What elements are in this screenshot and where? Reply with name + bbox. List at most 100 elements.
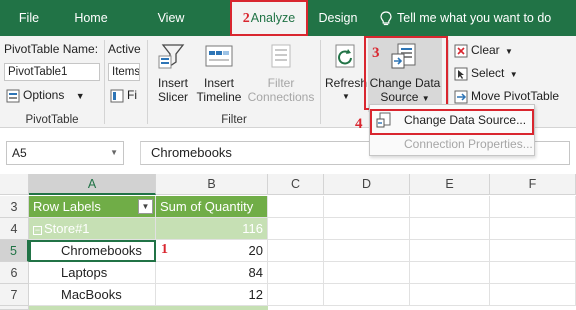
select-label: Select [471,66,505,80]
row-header-3[interactable]: 3 [0,196,29,218]
pivottable-name-input[interactable]: PivotTable1 [4,63,100,81]
cell-e6[interactable] [410,262,490,284]
cell-e5[interactable] [410,240,490,262]
options-icon [6,89,20,103]
pivottable-group-label: PivotTable [25,114,79,126]
ribbon-tab-bar: File Home View 2Analyze Design Tell me w… [0,0,576,36]
select-icon [454,67,468,81]
cell-b7[interactable]: 12 [156,284,268,306]
field-settings-label: Fi [127,88,137,102]
clear-icon [454,44,468,58]
column-header-e[interactable]: E [410,174,490,195]
select-button[interactable]: Select ▼ [454,65,518,83]
cell-d4[interactable] [324,218,410,240]
cell-e7[interactable] [410,284,490,306]
tab-file[interactable]: File [8,0,50,36]
active-field-input[interactable]: Items [108,63,140,81]
cell-c7[interactable] [268,284,324,306]
cell-c5[interactable] [268,240,324,262]
tell-me-search[interactable]: Tell me what you want to do [380,0,560,36]
select-all-corner[interactable] [0,174,29,195]
tab-home[interactable]: Home [64,0,118,36]
refresh-button[interactable]: Refresh ▼ [324,42,368,104]
row-header-4[interactable]: 4 [0,218,29,240]
cell-c6[interactable] [268,262,324,284]
cell-d6[interactable] [324,262,410,284]
tell-me-label: Tell me what you want to do [397,11,552,25]
active-field-label: Active [108,42,141,56]
cell-c4[interactable] [268,218,324,240]
cell-a6[interactable]: Laptops [29,262,156,284]
timeline-icon [205,45,233,67]
tab-analyze-label: Analyze [250,11,296,25]
highlight-change-data-source-item [370,109,534,135]
cell-e3[interactable] [410,196,490,218]
options-button[interactable]: Options ▼ [6,87,85,104]
lightbulb-icon [380,11,392,25]
worksheet-grid: A B C D E F 3 Row Labels ▼ Sum of Quanti… [0,174,576,310]
collapse-icon[interactable]: − [33,226,42,235]
row-header-5[interactable]: 5 [0,240,29,262]
name-box[interactable]: A5 ▼ [6,141,124,165]
store-label: Store#1 [44,221,90,236]
row-header-7[interactable]: 7 [0,284,29,306]
cell-d5[interactable] [324,240,410,262]
filter-dropdown-icon[interactable]: ▼ [138,199,153,214]
column-header-a[interactable]: A [29,174,156,195]
insert-slicer-line2: Slicer [157,90,188,104]
pivot-row-labels-header[interactable]: Row Labels ▼ [29,196,156,218]
field-settings-button[interactable]: Fi [110,87,137,103]
cell-e4[interactable] [410,218,490,240]
menu-item-connection-properties[interactable]: Connection Properties... [370,132,534,156]
cell-f4[interactable] [490,218,576,240]
cell-f7[interactable] [490,284,576,306]
cell-f6[interactable] [490,262,576,284]
cell-f3[interactable] [490,196,576,218]
selected-cell-a5[interactable]: Chromebooks [29,240,156,262]
cell-c3[interactable] [268,196,324,218]
column-header-f[interactable]: F [490,174,576,195]
refresh-icon [335,44,355,68]
cell-a7[interactable]: MacBooks [29,284,156,306]
row-header-6[interactable]: 6 [0,262,29,284]
group-separator [320,40,321,124]
move-pivottable-button[interactable]: Move PivotTable [454,88,559,104]
cell-d3[interactable] [324,196,410,218]
cell-b5[interactable]: 20 [156,240,268,262]
pivot-group-store[interactable]: − Store#1 [29,218,156,240]
name-box-value: A5 [12,146,27,160]
column-header-d[interactable]: D [324,174,410,195]
insert-timeline-line1: Insert [203,76,234,90]
step-number-4: 4 [355,116,363,132]
column-header-b[interactable]: B [156,174,268,195]
tab-analyze[interactable]: 2Analyze [230,0,308,36]
tab-design[interactable]: Design [312,0,364,36]
step-number-2: 2 [242,11,250,26]
field-settings-icon [110,89,124,103]
group-separator [104,40,105,124]
filter-connections-button[interactable]: Filter Connections [246,42,316,104]
chevron-down-icon: ▼ [505,47,513,56]
cell-f5[interactable] [490,240,576,262]
insert-timeline-button[interactable]: Insert Timeline [194,42,244,104]
pivottable-name-label: PivotTable Name: [4,42,99,56]
insert-slicer-line1: Insert [157,76,188,90]
filter-connections-icon [271,44,291,68]
cell-b6[interactable]: 84 [156,262,268,284]
tab-view[interactable]: View [148,0,194,36]
filter-group-label: Filter [221,114,247,126]
chevron-down-icon: ▼ [75,91,85,101]
chevron-down-icon: ▼ [342,92,350,101]
insert-timeline-line2: Timeline [196,90,242,104]
filter-connections-line2: Connections [247,90,315,104]
clear-label: Clear [471,43,500,57]
clear-button[interactable]: Clear ▼ [454,42,513,60]
cell-d7[interactable] [324,284,410,306]
column-header-c[interactable]: C [268,174,324,195]
refresh-label: Refresh [324,76,368,90]
insert-slicer-button[interactable]: Insert Slicer [152,42,194,104]
pivot-sum-quantity-header[interactable]: Sum of Quantity [156,196,268,218]
options-label: Options [23,88,65,102]
step-number-3: 3 [372,45,380,61]
pivot-group-total[interactable]: 116 [156,218,268,240]
